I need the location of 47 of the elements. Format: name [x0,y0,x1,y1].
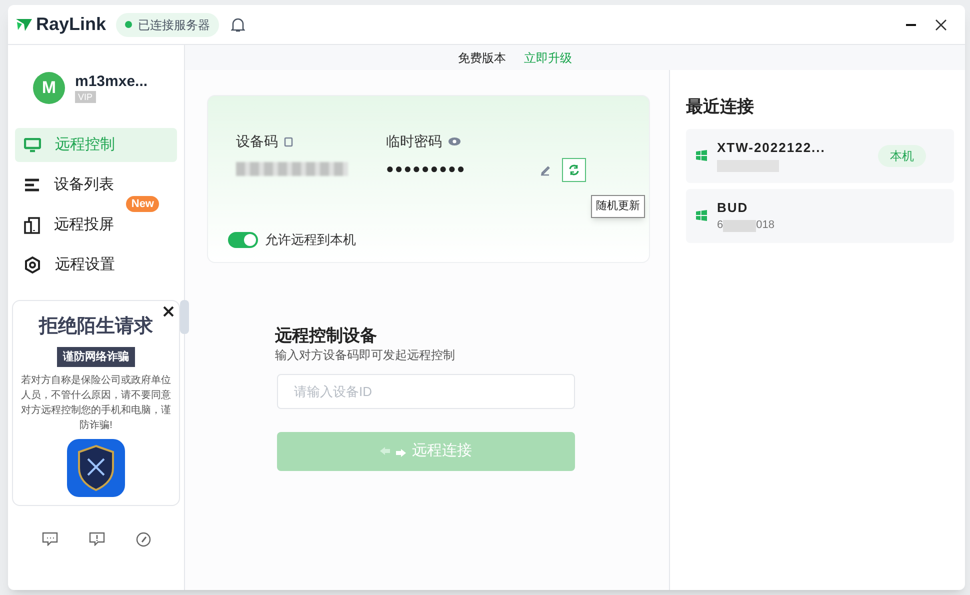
password-value: ●●●●●●●●● [386,162,466,176]
bell-icon[interactable] [231,16,246,32]
windows-icon [696,210,707,221]
password-label: 临时密码 [386,132,442,151]
logo-icon [16,18,32,32]
allow-remote-toggle[interactable] [228,232,258,248]
close-icon[interactable] [163,306,174,317]
screen-cast-icon [24,216,40,234]
user-avatar: M [33,72,65,104]
section-subtitle: 输入对方设备码即可发起远程控制 [275,347,456,364]
section-title: 远程控制设备 [275,326,378,346]
tooltip: 随机更新 [591,195,645,218]
device-code-label: 设备码 [236,132,278,151]
compass-icon[interactable] [136,532,150,547]
this-device-tag: 本机 [878,144,926,166]
device-id-end: 018 [756,218,774,234]
feedback-icon[interactable] [88,532,104,546]
promo-subtitle: 谨防网络诈骗 [57,346,135,367]
promo-title: 拒绝陌生请求 [39,315,153,339]
chat-icon[interactable] [42,532,58,546]
close-icon[interactable] [935,18,947,30]
device-name: XTW-2022122... [717,140,826,154]
new-badge: New [126,196,159,212]
plan-label: 免费版本 [458,50,506,66]
app-logo: RayLink [36,13,106,36]
shield-app-icon [67,439,125,497]
eye-icon[interactable] [448,137,461,146]
allow-remote-label: 允许远程到本机 [265,231,356,249]
device-name: BUD [717,200,750,214]
redacted-id [723,220,756,232]
nav-item[interactable]: 远程设置 [15,248,177,282]
settings-icon [24,256,41,274]
server-status: 已连接服务器 [116,12,220,36]
recent-device[interactable]: BUD 6 018 [686,188,954,242]
list-icon [24,178,40,192]
recent-device[interactable]: XTW-2022122... 本机 [686,128,954,182]
refresh-button[interactable] [562,158,586,182]
promo-text: 若对方自称是保险公司或政府单位人员，不管什么原因，请不要同意对方远程控制您的手机和电脑，谨防诈骗! [20,374,172,433]
recent-title: 最近连接 [686,96,755,118]
copy-icon[interactable] [284,136,293,146]
device-id-start: 6 [717,218,724,234]
monitor-icon [24,138,41,152]
arrows-icon [380,446,408,458]
windows-icon [696,150,707,161]
edit-icon[interactable] [540,165,550,176]
collapse-handle[interactable] [180,300,189,334]
user-name: m13mxe... [75,73,148,91]
